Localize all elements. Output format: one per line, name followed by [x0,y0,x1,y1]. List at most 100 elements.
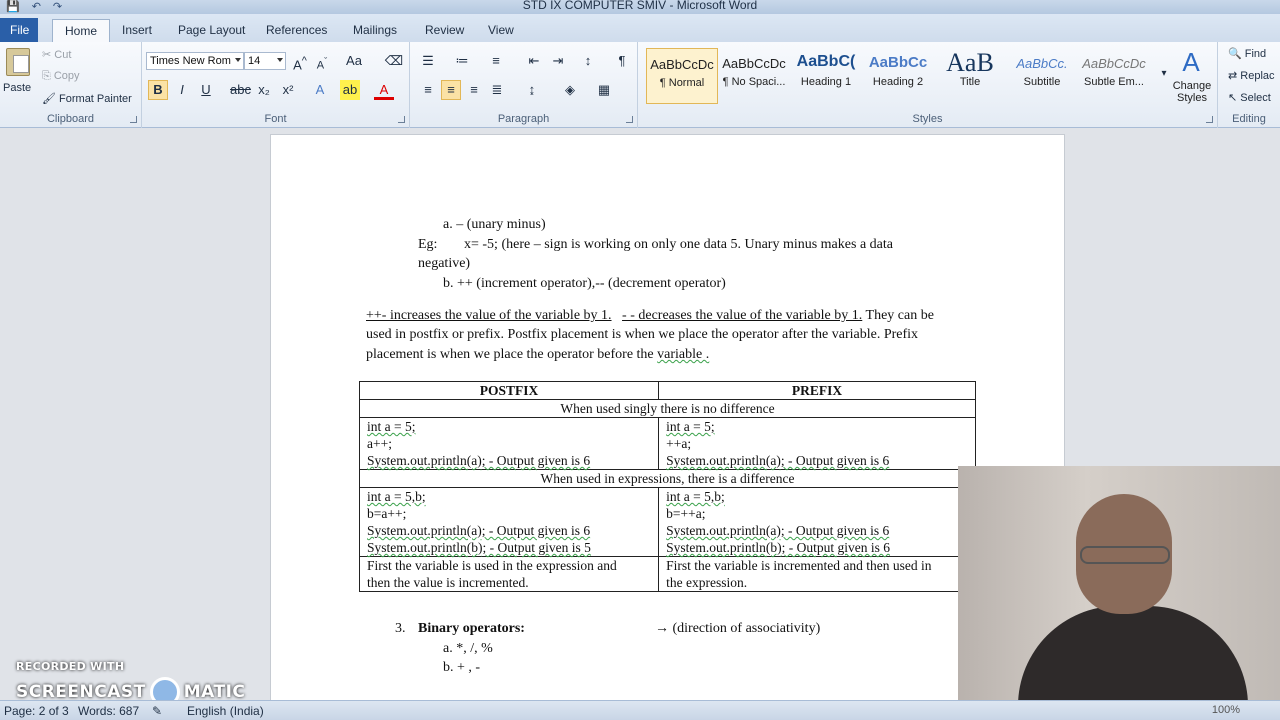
table-span-singly: When used singly there is no difference [359,399,976,418]
strikethrough-button[interactable]: abc [230,80,251,100]
tab-review[interactable]: Review [413,19,476,42]
style-subtle-emphasis[interactable]: AaBbCcDc Subtle Em... [1078,48,1150,104]
style-name: Title [959,76,981,88]
text-effects-icon[interactable]: A [310,80,330,100]
style-no-spacing[interactable]: AaBbCcDc ¶ No Spaci... [718,48,790,104]
shading-icon[interactable]: ◈ [560,80,580,100]
align-right-icon[interactable]: ≡ [464,80,484,100]
example-text: x= -5; (here – sign is working on only o… [464,237,893,252]
format-painter-button[interactable]: 🖌 Format Painter [42,92,132,105]
desc-line: First the variable is used in the expres… [367,558,617,573]
title-bar: 💾 ↶ ↷ STD IX COMPUTER SMIV - Microsoft W… [0,0,1280,14]
code-line: System.out.println(a); - Output given is… [666,523,890,538]
superscript-button[interactable]: x² [278,80,298,100]
multilevel-list-icon[interactable]: ≡ [486,51,506,71]
bold-button[interactable]: B [148,80,168,100]
clipboard-label: Clipboard [46,113,95,125]
watermark-right: MATIC [183,682,246,702]
copy-label: Copy [53,70,80,82]
paste-icon[interactable] [6,48,30,76]
paragraph-launcher-icon[interactable] [626,116,633,123]
styles-label: Styles [912,113,943,125]
style-subtitle[interactable]: AaBbCc. Subtitle [1006,48,1078,104]
underline-button[interactable]: U [196,80,216,100]
bullets-icon[interactable]: ☰ [418,51,438,71]
find-label: Find [1244,48,1267,60]
clipboard-group: Paste ✂ Cut ⎘ Copy 🖌 Format Painter Clip… [0,42,142,128]
word-count[interactable]: Words: 687 [78,704,139,718]
borders-icon[interactable]: ▦ [594,80,614,100]
associativity-note: → (direction of associativity) [655,621,821,636]
italic-button[interactable]: I [172,80,192,100]
paste-button[interactable]: Paste [3,82,31,94]
table-cell-prefix-desc: First the variable is incremented and th… [658,556,976,592]
change-case-icon[interactable]: Aa [344,51,364,71]
code-line: System.out.println(a); - Output given is… [367,523,591,538]
grow-font-icon[interactable]: A^ [290,51,310,72]
font-color-icon[interactable]: A [374,80,394,100]
table-row: int a = 5,b; b=a++; System.out.println(a… [358,487,976,557]
zoom-level[interactable]: 100% [1212,704,1240,716]
change-styles-button[interactable]: Change Styles [1172,80,1212,104]
replace-button[interactable]: ⇄ Replac [1228,69,1275,82]
increase-indent-icon[interactable]: ⇥ [548,51,568,71]
font-size-combo[interactable]: 14 [244,52,286,70]
tab-mailings[interactable]: Mailings [341,19,409,42]
styles-more-icon[interactable]: ▾ [1154,64,1174,84]
numbering-icon[interactable]: ≔ [452,51,472,71]
highlight-icon[interactable]: ab [340,80,360,100]
copy-button[interactable]: ⎘ Copy [42,70,80,83]
tab-insert[interactable]: Insert [110,19,164,42]
tab-view[interactable]: View [476,19,526,42]
cut-button[interactable]: ✂ Cut [42,48,71,61]
tab-file[interactable]: File [0,18,38,42]
styles-launcher-icon[interactable] [1206,116,1213,123]
style-heading-1[interactable]: AaBbC(Heading 1 [790,48,862,104]
table-row: int a = 5; a++; System.out.println(a); -… [358,417,976,470]
tab-home[interactable]: Home [52,19,111,42]
table-span-expressions: When used in expressions, there is a dif… [359,469,976,488]
align-left-icon[interactable]: ≡ [418,80,438,100]
style-preview: AaBbCc. [1016,56,1068,71]
styles-group: AaBbCcDc ¶ Normal AaBbCcDc ¶ No Spaci... A… [638,42,1218,128]
proofing-icon[interactable]: ✎ [152,704,162,718]
list-item-unary-minus: a. – (unary minus) [443,217,546,232]
sort-icon[interactable]: ↕ [578,51,598,71]
find-button[interactable]: 🔍 Find [1228,47,1266,60]
clear-format-icon[interactable]: ⌫ [384,51,404,71]
tab-references[interactable]: References [254,19,339,42]
style-title[interactable]: AaB Title [934,48,1006,104]
decrease-indent-icon[interactable]: ⇤ [524,51,544,71]
cut-label: Cut [54,49,72,61]
page-count[interactable]: Page: 2 of 3 [4,704,69,718]
justify-icon[interactable]: ≣ [487,80,507,100]
style-normal[interactable]: AaBbCcDc ¶ Normal [646,48,718,104]
style-heading-2[interactable]: AaBbCc Heading 2 [862,48,934,104]
language-indicator[interactable]: English (India) [187,704,264,718]
style-name: Subtle Em... [1084,76,1144,88]
document-page[interactable]: a. – (unary minus) Eg: x= -5; (here – si… [270,134,1065,714]
shrink-font-icon[interactable]: Aˇ [312,51,332,72]
postfix-prefix-table: POSTFIX PREFIX When used singly there is… [358,381,976,592]
line-spacing-icon[interactable]: ↨ [522,80,542,100]
font-name-combo[interactable]: Times New Rom [146,52,244,70]
paragraph-line-3-text: placement is when we place the operator … [366,347,654,362]
subscript-button[interactable]: x₂ [254,80,274,100]
style-name: Heading 1 [800,76,852,88]
select-button[interactable]: ↖ Select [1228,91,1271,104]
show-formatting-icon[interactable]: ¶ [612,51,632,71]
code-line: a++; [367,436,392,451]
table-row: First the variable is used in the expres… [358,556,976,592]
paragraph-line-3: placement is when we place the operator … [366,347,709,363]
style-name: ¶ Normal [659,77,705,89]
clipboard-launcher-icon[interactable] [130,116,137,123]
font-launcher-icon[interactable] [398,116,405,123]
table-header-postfix: POSTFIX [358,381,660,400]
change-styles-icon[interactable]: A [1178,48,1204,76]
font-label: Font [264,113,287,125]
table-row: When used in expressions, there is a dif… [359,469,976,488]
tab-page-layout[interactable]: Page Layout [166,19,257,42]
style-name: ¶ No Spaci... [722,76,786,88]
align-center-icon[interactable]: ≡ [441,80,461,100]
style-preview: AaBbCc [868,54,928,71]
